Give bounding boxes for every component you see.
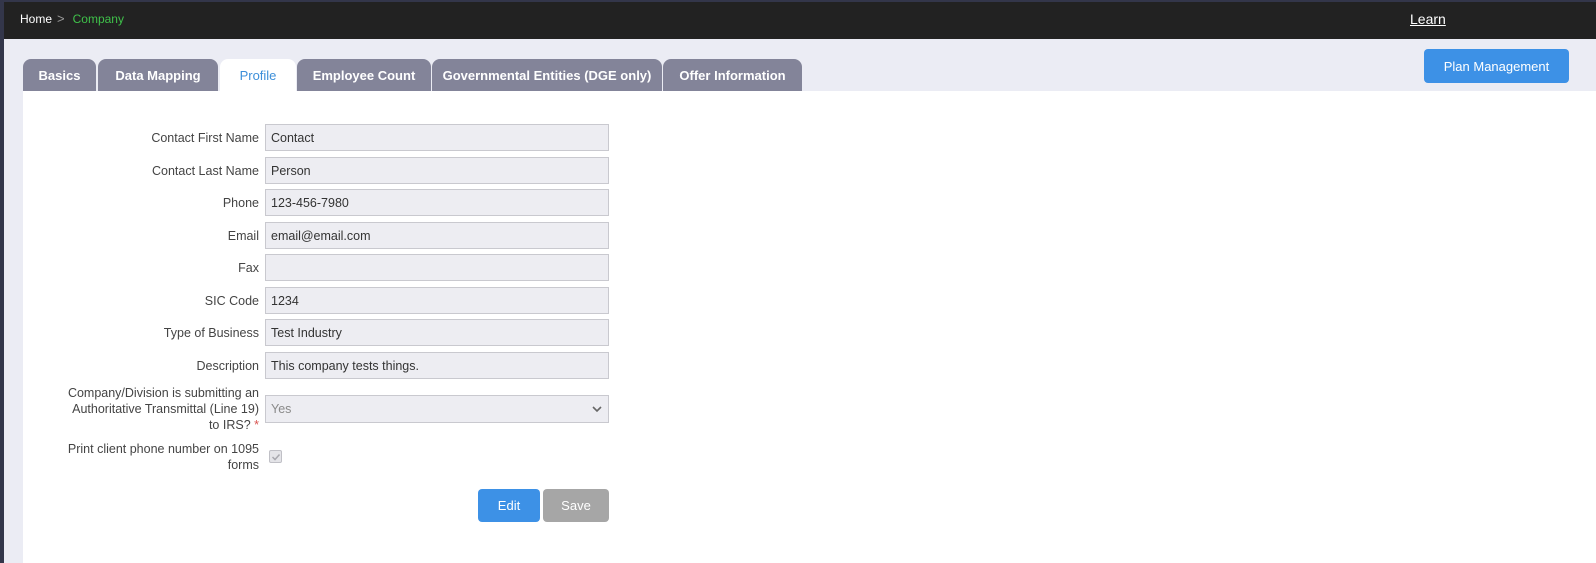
fax-label: Fax [238,261,259,275]
sic-code-label: SIC Code [204,294,259,308]
tab-basics[interactable]: Basics [23,59,96,91]
contact-first-name-field[interactable]: Contact [265,124,609,151]
sic-code-field[interactable]: 1234 [265,287,609,314]
contact-first-name-label: Contact First Name [151,131,259,145]
chevron-down-icon [591,403,603,415]
plan-management-button[interactable]: Plan Management [1424,49,1569,83]
description-label: Description [196,359,259,373]
app-window: Home > Company Learn Plan Management Bas… [4,2,1596,563]
breadcrumb-current: Company [72,11,124,26]
profile-panel: Contact First Name Contact Contact Last … [23,91,1596,563]
transmittal-label-line3-text: to IRS? [208,418,251,432]
learn-link[interactable]: Learn [1410,11,1446,27]
checkmark-icon [271,453,280,461]
phone-field[interactable]: 123-456-7980 [265,189,609,216]
tab-profile[interactable]: Profile [220,59,296,91]
transmittal-select[interactable]: Yes [265,395,609,423]
breadcrumb-chevron-icon: > [57,11,65,26]
top-bar: Home > Company Learn [4,2,1596,39]
save-button[interactable]: Save [543,489,609,522]
edit-button[interactable]: Edit [478,489,540,522]
transmittal-label-line3: to IRS? * [68,417,259,433]
tab-employee-count[interactable]: Employee Count [297,59,431,91]
tab-governmental-entities[interactable]: Governmental Entities (DGE only) [432,59,662,91]
transmittal-label-line1: Company/Division is submitting an [67,386,259,400]
transmittal-select-value: Yes [271,402,292,416]
contact-last-name-label: Contact Last Name [152,164,259,178]
tab-data-mapping[interactable]: Data Mapping [98,59,218,91]
required-marker: * [254,418,259,432]
print-phone-label-line2: forms [227,458,259,472]
fax-field[interactable] [265,254,609,281]
breadcrumb-home[interactable]: Home [20,12,52,26]
print-phone-checkbox[interactable] [269,450,282,463]
tab-offer-information[interactable]: Offer Information [663,59,802,91]
contact-last-name-field[interactable]: Person [265,157,609,184]
print-phone-label-line1: Print client phone number on 1095 [67,442,259,456]
type-of-business-field[interactable]: Test Industry [265,319,609,346]
transmittal-label-line2: Authoritative Transmittal (Line 19) [72,402,259,416]
description-field[interactable]: This company tests things. [265,352,609,379]
breadcrumb: Home > Company [20,11,124,26]
print-phone-label: Print client phone number on 1095 forms [68,441,259,473]
phone-label: Phone [222,196,259,210]
email-field[interactable]: email@email.com [265,222,609,249]
email-label: Email [227,229,259,243]
transmittal-label: Company/Division is submitting an Author… [68,385,259,433]
type-of-business-label: Type of Business [163,326,259,340]
